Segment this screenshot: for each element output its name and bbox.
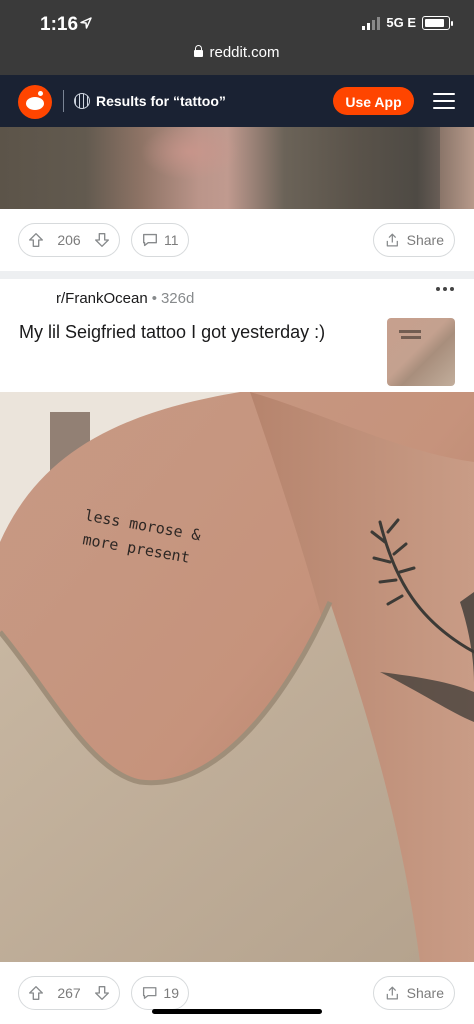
vote-count: 206 <box>57 232 81 248</box>
post-image[interactable]: less morose & more present <box>0 392 474 962</box>
subreddit-link[interactable]: r/FrankOcean <box>56 290 148 307</box>
hamburger-menu-icon[interactable] <box>433 91 455 111</box>
home-indicator[interactable] <box>152 1009 322 1014</box>
url-text: reddit.com <box>209 44 280 61</box>
comments-button[interactable]: 19 <box>131 976 189 1010</box>
search-results-title[interactable]: Results for “tattoo” <box>96 93 226 109</box>
comments-button[interactable]: 11 <box>131 223 189 257</box>
comment-icon <box>142 987 157 999</box>
more-options-icon[interactable] <box>436 287 458 295</box>
status-indicators: 5G E <box>362 15 453 30</box>
globe-icon <box>74 93 90 109</box>
downvote-icon[interactable] <box>93 231 111 249</box>
address-bar[interactable]: reddit.com <box>0 44 474 61</box>
subreddit-avatar[interactable] <box>18 284 42 308</box>
post-title[interactable]: My lil Seigfried tattoo I got yesterday … <box>19 320 369 344</box>
vote-count: 267 <box>57 985 81 1001</box>
header-divider <box>63 90 64 112</box>
network-label: 5G E <box>386 15 416 30</box>
reddit-header: Results for “tattoo” Use App <box>0 75 474 127</box>
previous-post-image[interactable] <box>0 127 474 209</box>
post-age: 326d <box>160 290 195 307</box>
comment-count: 11 <box>164 232 179 248</box>
post-separator <box>0 271 474 279</box>
comment-icon <box>143 233 157 247</box>
lock-icon <box>194 44 204 57</box>
reddit-snoo-icon[interactable] <box>18 85 52 119</box>
share-icon <box>386 233 398 247</box>
share-label: Share <box>406 232 444 248</box>
share-icon <box>386 986 398 1000</box>
upvote-icon[interactable] <box>27 231 45 249</box>
previous-post-actions: 206 11 Share <box>0 209 474 271</box>
post-actions: 267 19 Share <box>0 962 474 1024</box>
use-app-button[interactable]: Use App <box>333 87 414 115</box>
post-meta: r/FrankOcean • 326d <box>56 290 195 307</box>
upvote-icon[interactable] <box>27 984 45 1002</box>
share-label: Share <box>406 985 444 1001</box>
vote-control: 267 <box>18 976 120 1010</box>
post-thumbnail[interactable] <box>387 318 455 386</box>
comment-count: 19 <box>163 985 179 1001</box>
share-button[interactable]: Share <box>373 976 455 1010</box>
vote-control: 206 <box>18 223 120 257</box>
battery-icon <box>422 15 453 30</box>
share-button[interactable]: Share <box>373 223 455 257</box>
browser-chrome: 1:16 5G E reddit.com <box>0 0 474 75</box>
location-arrow-icon <box>80 17 92 29</box>
signal-icon <box>362 16 381 30</box>
downvote-icon[interactable] <box>93 984 111 1002</box>
status-time: 1:16 <box>40 14 79 35</box>
